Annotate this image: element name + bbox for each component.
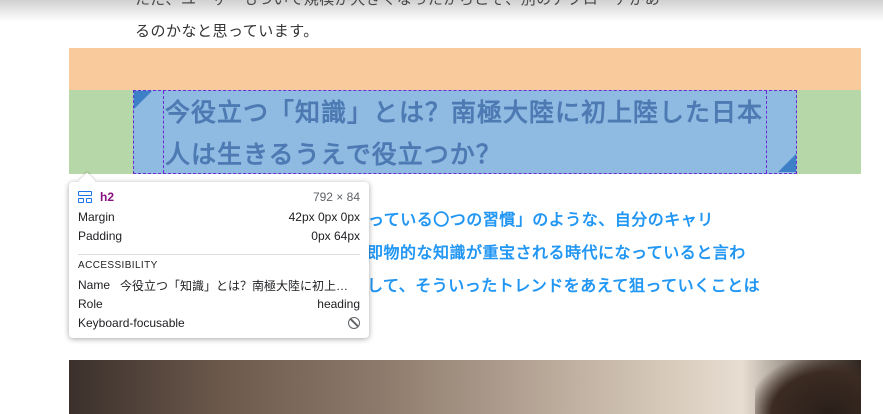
padding-row: Padding 0px 64px: [78, 227, 360, 245]
article-photo: [69, 360, 861, 414]
role-label: Role: [78, 297, 103, 311]
padding-label: Padding: [78, 229, 123, 243]
inspector-tooltip: h2 792 × 84 Margin 42px 0px 0px Padding …: [69, 182, 369, 338]
margin-label: Margin: [78, 210, 115, 224]
name-row: Name 今役立つ「知識」とは？南極大陸に初上陸した日本人は生きるうえで役立つか…: [78, 276, 360, 294]
focusable-row: Keyboard-focusable: [78, 314, 360, 332]
intro-text-line: ただ、ユーザーもついて規模が大きくなったからこそ、別のアプローチがあ: [135, 0, 660, 9]
article-heading: 今役立つ「知識」とは？南極大陸に初上陸した日本人は生きるうえで役立つか？: [165, 98, 764, 169]
padding-value: 0px 64px: [311, 229, 360, 243]
tooltip-divider: [78, 254, 360, 255]
element-tag: h2: [100, 190, 115, 204]
photo-detail: [755, 360, 861, 414]
corner-marker: [134, 91, 152, 109]
role-row: Role heading: [78, 295, 360, 313]
margin-value: 42px 0px 0px: [288, 210, 360, 224]
margin-highlight: [69, 48, 861, 90]
name-value: 今役立つ「知識」とは？南極大陸に初上陸した日本人は生きるうえで役立つか？: [120, 278, 360, 293]
body-text-line: 即物的な知識が重宝される時代になっていると言わ: [367, 243, 746, 262]
not-allowed-icon: [348, 317, 360, 329]
role-value: heading: [317, 297, 360, 311]
element-dimensions: 792 × 84: [312, 190, 360, 204]
focusable-label: Keyboard-focusable: [78, 316, 185, 330]
name-label: Name: [78, 278, 111, 292]
intro-text-line: るのかなと思っています。: [135, 22, 319, 40]
body-text-line: して、そういったトレンドをあえて狙っていくことは: [367, 276, 761, 295]
tooltip-header: h2 792 × 84: [78, 188, 360, 206]
flex-container-icon: [78, 191, 92, 203]
accessibility-section-title: ACCESSIBILITY: [78, 260, 158, 271]
body-text-line: のやっている〇つの習慣」のような、自分のキャリ: [335, 210, 714, 229]
margin-row: Margin 42px 0px 0px: [78, 208, 360, 226]
